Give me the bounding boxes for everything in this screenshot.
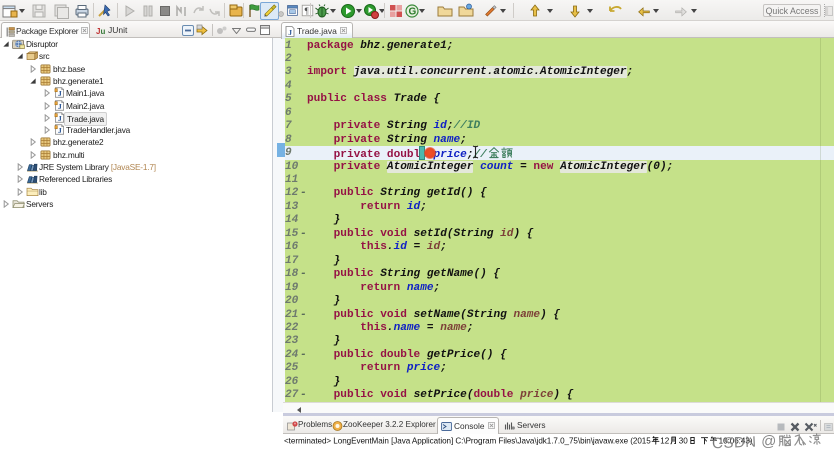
svg-text:J: J: [57, 89, 61, 98]
svg-text:J: J: [57, 126, 61, 135]
svg-text:G: G: [409, 7, 417, 18]
svg-text:J: J: [288, 28, 292, 37]
svg-text:J: J: [57, 114, 61, 123]
svg-text:J: J: [57, 101, 61, 110]
svg-text:¶: ¶: [305, 6, 309, 16]
